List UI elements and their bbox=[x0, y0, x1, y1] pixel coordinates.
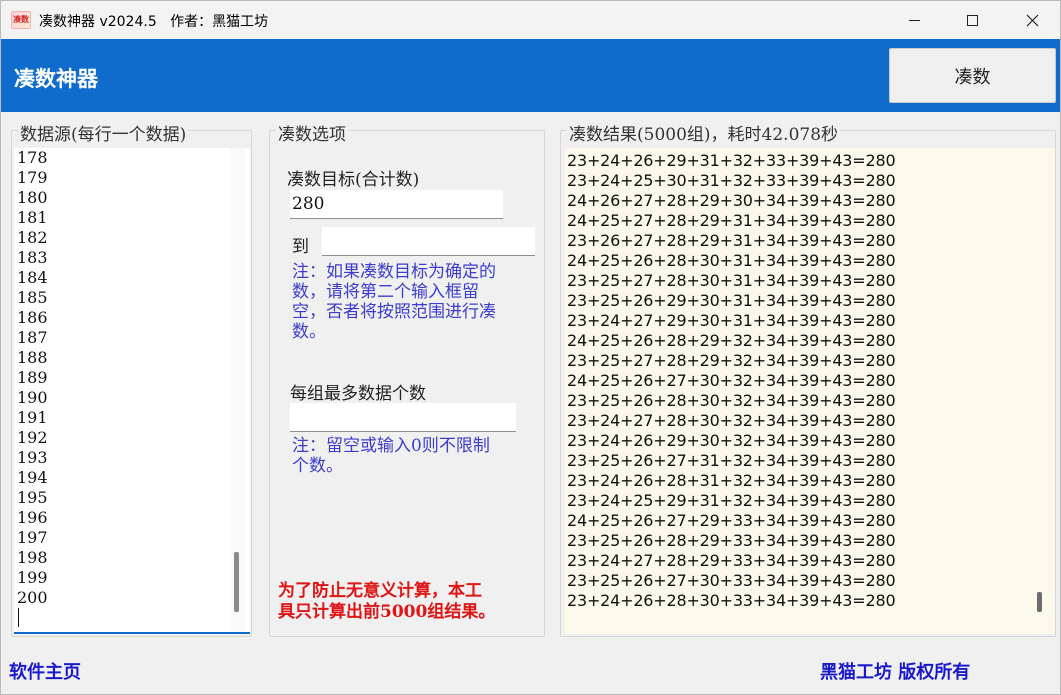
result-line: 23+24+27+28+29+33+34+39+43=280 bbox=[567, 551, 896, 570]
result-line: 23+25+27+28+30+31+34+39+43=280 bbox=[567, 271, 896, 290]
result-line: 24+25+26+27+30+32+34+39+43=280 bbox=[567, 371, 896, 390]
source-line: 189 bbox=[17, 368, 48, 387]
target-note-line: 注：如果凑数目标为确定的 bbox=[292, 262, 496, 282]
max-count-label: 每组最多数据个数 bbox=[290, 384, 426, 404]
source-line: 191 bbox=[17, 408, 48, 427]
result-group-title: 凑数结果(5000组)，耗时42.078秒 bbox=[567, 120, 841, 145]
window-title: 凑数神器 v2024.5 作者：黑猫工坊 bbox=[39, 14, 269, 30]
source-line: 188 bbox=[17, 348, 48, 367]
source-line: 180 bbox=[17, 188, 48, 207]
source-line: 197 bbox=[17, 528, 48, 547]
minimize-button[interactable] bbox=[891, 1, 937, 39]
source-line: 196 bbox=[17, 508, 48, 527]
result-line: 23+24+25+29+31+32+34+39+43=280 bbox=[567, 491, 896, 510]
source-line: 194 bbox=[17, 468, 48, 487]
result-scrollbar-thumb[interactable] bbox=[1037, 592, 1042, 612]
options-group-title: 凑数选项 bbox=[276, 120, 348, 145]
max-count-note-line: 注：留空或输入0则不限制 bbox=[292, 436, 490, 456]
source-focus-underline bbox=[14, 632, 250, 634]
range-to-label: 到 bbox=[292, 237, 309, 257]
app-window: 凑数 凑数神器 v2024.5 作者：黑猫工坊 凑数神器 凑数 数据源(每行一个… bbox=[0, 0, 1061, 695]
title-bar: 凑数 凑数神器 v2024.5 作者：黑猫工坊 bbox=[1, 1, 1060, 39]
result-line: 23+24+26+28+30+33+34+39+43=280 bbox=[567, 591, 896, 610]
limit-warning: 为了防止无意义计算，本工 具只计算出前5000组结果。 bbox=[278, 581, 544, 623]
target-label: 凑数目标(合计数) bbox=[287, 170, 420, 190]
close-button[interactable] bbox=[1009, 1, 1055, 39]
max-count-input[interactable] bbox=[290, 403, 516, 432]
source-line: 184 bbox=[17, 268, 48, 287]
source-line: 182 bbox=[17, 228, 48, 247]
result-line: 23+24+25+30+31+32+33+39+43=280 bbox=[567, 171, 896, 190]
source-line: 199 bbox=[17, 568, 48, 587]
source-line: 193 bbox=[17, 448, 48, 467]
run-button[interactable]: 凑数 bbox=[889, 48, 1056, 103]
source-line: 195 bbox=[17, 488, 48, 507]
source-line: 187 bbox=[17, 328, 48, 347]
source-textarea[interactable]: 178 179 180 181 182 183 184 185 186 187 188 189 190 1… bbox=[14, 148, 250, 634]
app-logo-icon: 凑数 bbox=[11, 11, 31, 29]
source-line: 200 bbox=[17, 588, 48, 607]
source-line: 185 bbox=[17, 288, 48, 307]
options-group: 凑数选项 凑数目标(合计数) 到 注：如果凑数目标为确定的数，请将第二个输入框留… bbox=[269, 120, 545, 637]
result-line: 24+25+27+28+29+31+34+39+43=280 bbox=[567, 211, 896, 230]
result-line: 23+25+26+28+30+32+34+39+43=280 bbox=[567, 391, 896, 410]
target-max-input[interactable] bbox=[322, 227, 535, 256]
target-note-line: 空，否者将按照范围进行凑 bbox=[292, 302, 496, 322]
result-line: 23+24+27+29+30+31+34+39+43=280 bbox=[567, 311, 896, 330]
limit-warning-line: 为了防止无意义计算，本工 bbox=[278, 581, 482, 601]
app-heading: 凑数神器 bbox=[14, 67, 98, 91]
text-caret bbox=[18, 608, 19, 627]
result-line: 23+24+26+28+31+32+34+39+43=280 bbox=[567, 471, 896, 490]
result-line: 23+25+27+28+29+32+34+39+43=280 bbox=[567, 351, 896, 370]
result-line: 23+25+26+28+29+33+34+39+43=280 bbox=[567, 531, 896, 550]
source-line: 178 bbox=[17, 148, 48, 167]
target-note-line: 数，请将第二个输入框留 bbox=[292, 282, 479, 302]
maximize-button[interactable] bbox=[949, 1, 995, 39]
result-lines: 23+24+26+29+31+32+33+39+43=280 23+24+25+3… bbox=[567, 151, 896, 611]
limit-warning-line: 具只计算出前5000组结果。 bbox=[278, 602, 496, 622]
source-group-title: 数据源(每行一个数据) bbox=[18, 120, 189, 145]
source-line: 179 bbox=[17, 168, 48, 187]
homepage-link[interactable]: 软件主页 bbox=[9, 658, 81, 684]
target-input[interactable] bbox=[290, 190, 503, 219]
result-group: 凑数结果(5000组)，耗时42.078秒 23+24+26+29+31+32+… bbox=[560, 120, 1056, 637]
source-line: 192 bbox=[17, 428, 48, 447]
minimize-icon bbox=[908, 19, 920, 21]
result-line: 23+26+27+28+29+31+34+39+43=280 bbox=[567, 231, 896, 250]
copyright-text[interactable]: 黑猫工坊 版权所有 bbox=[820, 658, 970, 684]
maximize-icon bbox=[966, 14, 978, 26]
target-note-line: 数。 bbox=[292, 322, 326, 342]
source-line: 190 bbox=[17, 388, 48, 407]
source-line: 181 bbox=[17, 208, 48, 227]
result-line: 23+25+26+29+30+31+34+39+43=280 bbox=[567, 291, 896, 310]
target-note: 注：如果凑数目标为确定的 数，请将第二个输入框留 空，否者将按照范围进行凑 数。 bbox=[292, 262, 542, 342]
result-line: 24+25+26+28+29+32+34+39+43=280 bbox=[567, 331, 896, 350]
source-group: 数据源(每行一个数据) 178 179 180 181 182 183 184 185 186 1… bbox=[11, 120, 252, 637]
result-line: 23+24+26+29+30+32+34+39+43=280 bbox=[567, 431, 896, 450]
source-lines: 178 179 180 181 182 183 184 185 186 187 188 189 190 1… bbox=[17, 148, 48, 627]
result-textarea[interactable]: 23+24+26+29+31+32+33+39+43=280 23+24+25+3… bbox=[565, 148, 1055, 634]
result-line: 24+26+27+28+29+30+34+39+43=280 bbox=[567, 191, 896, 210]
source-line: 183 bbox=[17, 248, 48, 267]
result-line: 23+24+27+28+30+32+34+39+43=280 bbox=[567, 411, 896, 430]
result-line: 24+25+26+27+29+33+34+39+43=280 bbox=[567, 511, 896, 530]
result-line: 23+25+26+27+31+32+34+39+43=280 bbox=[567, 451, 896, 470]
close-icon bbox=[1026, 14, 1038, 26]
result-line: 23+25+26+27+30+33+34+39+43=280 bbox=[567, 571, 896, 590]
header-bar: 凑数神器 凑数 bbox=[1, 39, 1060, 112]
source-line: 198 bbox=[17, 548, 48, 567]
max-count-note: 注：留空或输入0则不限制 个数。 bbox=[292, 436, 542, 476]
result-line: 24+25+26+28+30+31+34+39+43=280 bbox=[567, 251, 896, 270]
source-scrollbar-thumb[interactable] bbox=[234, 552, 239, 612]
result-line: 23+24+26+29+31+32+33+39+43=280 bbox=[567, 151, 896, 170]
max-count-note-line: 个数。 bbox=[292, 456, 343, 476]
source-line: 186 bbox=[17, 308, 48, 327]
